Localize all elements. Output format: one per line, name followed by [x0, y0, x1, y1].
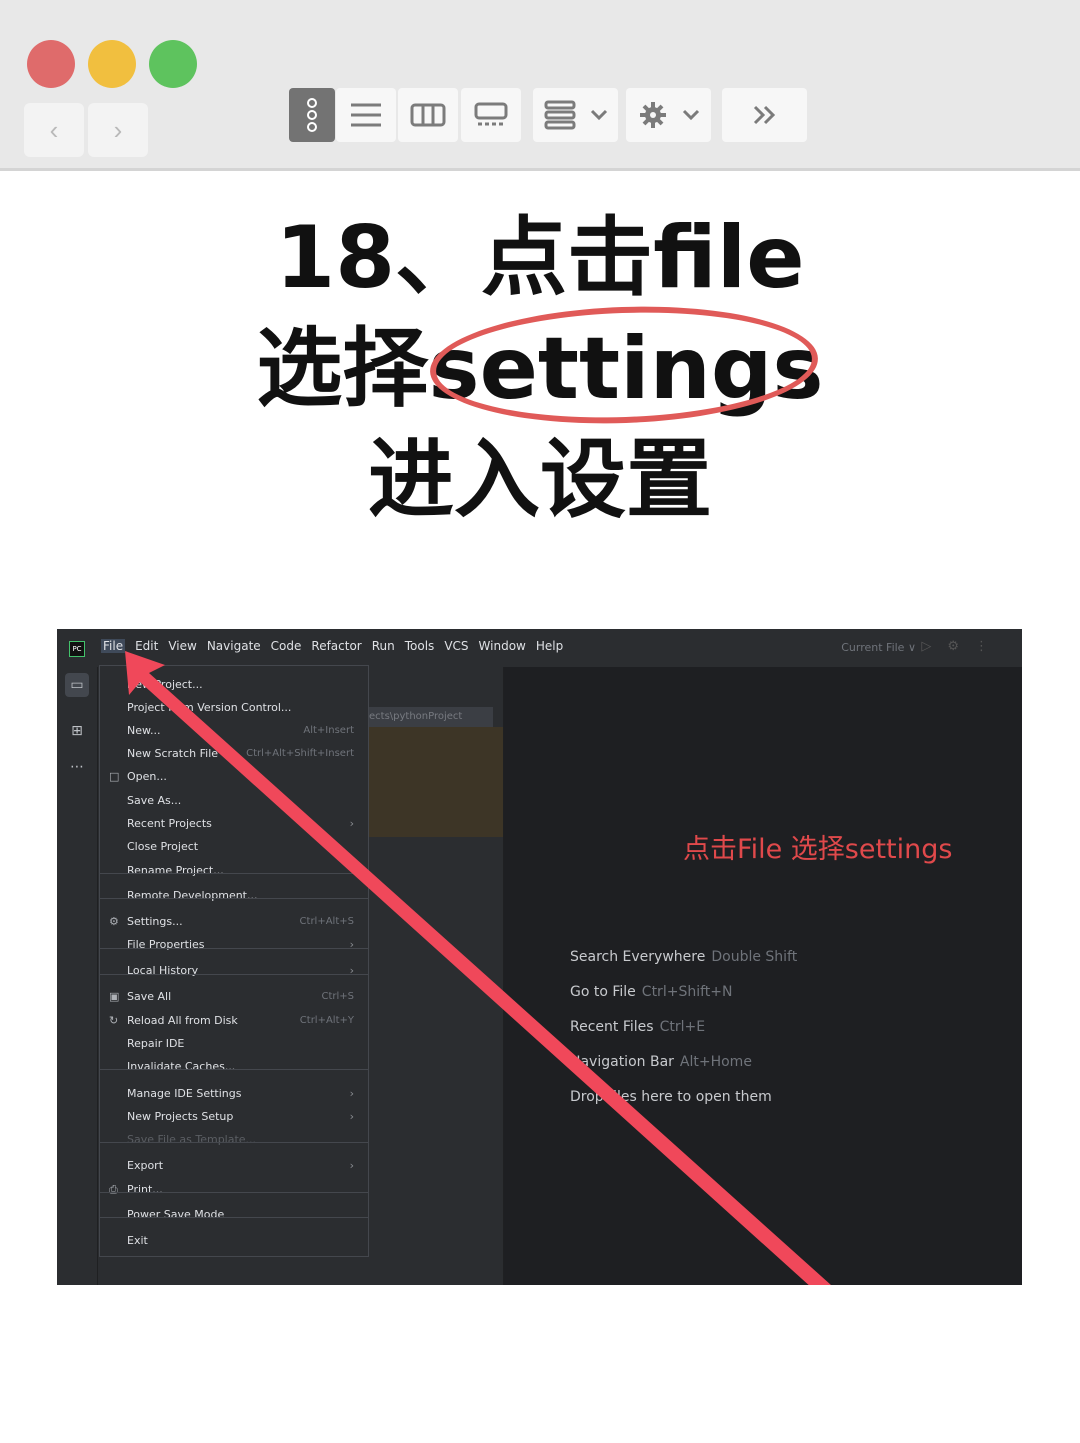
- chevron-right-icon: ›: [113, 115, 123, 145]
- close-window-button[interactable]: [27, 40, 75, 88]
- annotation-arrow: [125, 651, 831, 1285]
- toolbar-button-group[interactable]: [533, 88, 618, 142]
- minimize-window-button[interactable]: [88, 40, 136, 88]
- gallery-icon: [474, 102, 508, 126]
- chevron-double-right-icon: [753, 105, 775, 125]
- group-icon: [544, 100, 575, 130]
- headline-line-2: 选择settings: [0, 300, 1080, 430]
- toolbar-button-columns[interactable]: [398, 88, 458, 142]
- toolbar-button-action[interactable]: [626, 88, 711, 142]
- toolbar-button-gallery[interactable]: [461, 88, 521, 142]
- chevron-left-icon: ‹: [49, 115, 59, 145]
- toolbar-button-list[interactable]: [336, 88, 396, 142]
- headline: 18、点击file 选择settings 进入设置: [0, 205, 1080, 533]
- ide-screenshot: PC File Edit View Navigate Code Refactor Run To…: [57, 629, 1022, 1285]
- back-button[interactable]: ‹: [24, 103, 84, 157]
- window-chrome: ‹ ›: [0, 0, 1080, 171]
- chevron-down-icon: [590, 109, 607, 121]
- zoom-window-button[interactable]: [149, 40, 197, 88]
- columns-icon: [410, 103, 446, 127]
- gear-icon: [639, 102, 666, 128]
- forward-button[interactable]: ›: [88, 103, 148, 157]
- toolbar-button-sidebar[interactable]: [289, 88, 335, 142]
- menu-dots-icon: [307, 98, 317, 132]
- headline-line-1: 18、点击file: [275, 208, 805, 308]
- headline-line-3: 进入设置: [368, 430, 712, 530]
- toolbar-button-more[interactable]: [722, 88, 807, 142]
- chevron-down-icon: [682, 109, 699, 121]
- list-icon: [351, 103, 381, 127]
